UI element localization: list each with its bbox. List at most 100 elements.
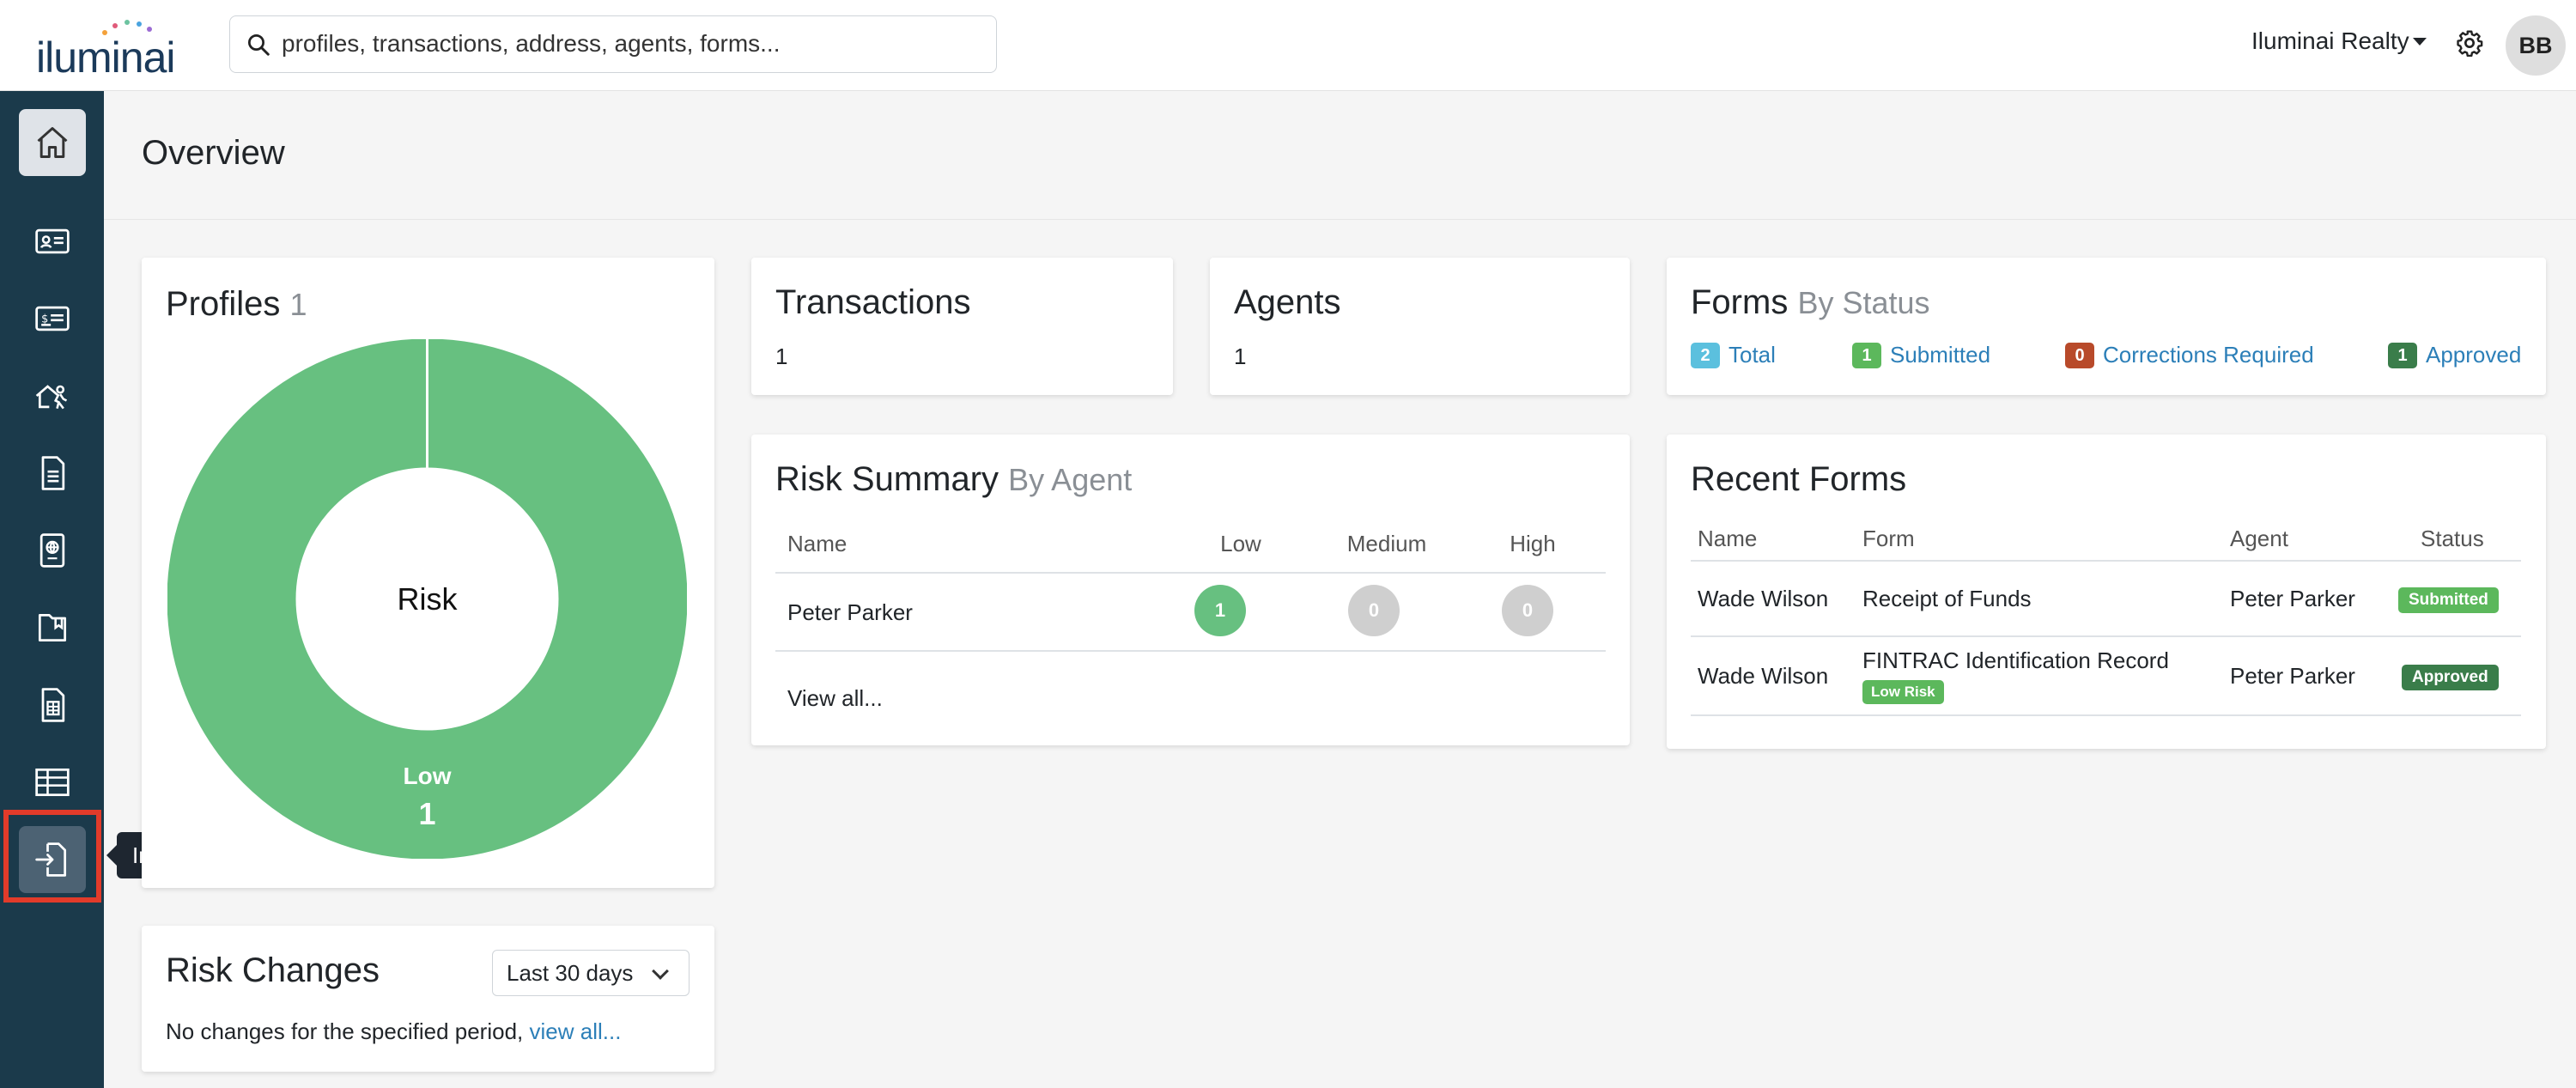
agents-value: 1 xyxy=(1234,343,1247,369)
column-header-high: High xyxy=(1510,531,1556,556)
risk-changes-message: No changes for the specified period, xyxy=(166,1018,524,1044)
sidebar-item-profiles[interactable] xyxy=(19,208,86,275)
payment-card-icon: $ xyxy=(35,306,70,331)
risk-changes-view-all-link[interactable]: view all... xyxy=(530,1018,622,1044)
sidebar: $ xyxy=(0,91,104,1088)
forms-status-approved[interactable]: 1 Approved xyxy=(2388,342,2521,368)
risk-tag-badge: Low Risk xyxy=(1862,680,1944,704)
agent-house-icon xyxy=(35,385,68,410)
org-switcher[interactable]: Iluminai Realty xyxy=(2251,27,2409,55)
status-badge: 0 xyxy=(2065,342,2094,368)
id-card-icon xyxy=(35,228,70,254)
sidebar-item-identification[interactable] xyxy=(19,517,86,584)
table-icon xyxy=(35,768,70,797)
risk-summary-title-text: Risk Summary xyxy=(775,460,999,498)
status-label: Corrections Required xyxy=(2103,342,2314,368)
gear-icon[interactable] xyxy=(2456,29,2483,57)
search-input[interactable] xyxy=(282,25,969,63)
highlight-box xyxy=(3,810,101,903)
transactions-card[interactable]: Transactions 1 xyxy=(751,258,1173,395)
sidebar-item-agents[interactable] xyxy=(19,362,86,429)
form-agent: Peter Parker xyxy=(2230,663,2355,689)
forms-status-subtitle: By Status xyxy=(1797,285,1930,320)
book-icon xyxy=(38,613,67,642)
sidebar-item-home[interactable] xyxy=(19,109,86,176)
form-name[interactable]: Receipt of Funds xyxy=(1862,586,2032,612)
caret-down-icon[interactable] xyxy=(2413,38,2427,46)
risk-medium-count[interactable]: 0 xyxy=(1348,585,1400,636)
chevron-down-icon xyxy=(652,963,669,980)
risk-changes-message-row: No changes for the specified period, vie… xyxy=(166,1018,621,1045)
divider xyxy=(1691,635,2521,637)
page-title: Overview xyxy=(142,134,285,172)
forms-status-card: Forms By Status 2 Total 1 Submitted 0 Co… xyxy=(1667,258,2546,395)
top-bar: iluminai Iluminai Realty BB xyxy=(0,0,2576,91)
form-profile-link[interactable]: Wade Wilson xyxy=(1698,586,1828,612)
status-badge: 2 xyxy=(1691,342,1720,368)
home-icon xyxy=(37,127,68,158)
agent-name-link[interactable]: Peter Parker xyxy=(787,599,913,626)
donut-segment-value: 1 xyxy=(418,796,435,831)
column-header-form: Form xyxy=(1862,526,1915,551)
risk-summary-subtitle: By Agent xyxy=(1008,462,1133,497)
risk-low-count[interactable]: 1 xyxy=(1194,585,1246,636)
divider xyxy=(775,572,1606,574)
sidebar-item-reports[interactable] xyxy=(19,672,86,739)
agents-card[interactable]: Agents 1 xyxy=(1210,258,1630,395)
divider xyxy=(1691,560,2521,562)
status-badge: 1 xyxy=(1852,342,1881,368)
period-select-value: Last 30 days xyxy=(507,960,634,986)
transactions-value: 1 xyxy=(775,343,788,369)
forms-status-total[interactable]: 2 Total xyxy=(1691,342,1776,368)
document-icon xyxy=(41,456,65,490)
form-agent: Peter Parker xyxy=(2230,586,2355,611)
profiles-card: Profiles 1 Risk Low 1 xyxy=(142,258,714,888)
sidebar-item-forms[interactable] xyxy=(19,440,86,507)
risk-summary-title: Risk Summary By Agent xyxy=(775,460,1132,499)
profiles-title-text: Profiles xyxy=(166,285,281,323)
agents-title: Agents xyxy=(1234,283,1341,321)
forms-status-corrections[interactable]: 0 Corrections Required xyxy=(2065,342,2314,368)
risk-high-count[interactable]: 0 xyxy=(1502,585,1553,636)
divider xyxy=(775,650,1606,652)
form-name[interactable]: FINTRAC Identification Record xyxy=(1862,647,2169,674)
donut-segment-label: Low xyxy=(404,763,452,789)
column-header-status: Status xyxy=(2421,526,2484,551)
page-header: Overview xyxy=(104,91,2576,220)
recent-forms-title: Recent Forms xyxy=(1691,460,1907,498)
risk-changes-card: Risk Changes Last 30 days No changes for… xyxy=(142,926,714,1072)
column-header-low: Low xyxy=(1220,531,1261,556)
donut-center-label: Risk xyxy=(398,581,459,617)
risk-changes-title: Risk Changes xyxy=(166,951,380,989)
risk-summary-view-all-link[interactable]: View all... xyxy=(787,685,883,712)
brand-logo[interactable]: iluminai xyxy=(36,19,191,82)
user-avatar[interactable]: BB xyxy=(2506,15,2566,76)
status-label: Approved xyxy=(2426,342,2522,368)
column-header-medium: Medium xyxy=(1346,531,1427,556)
status-label: Submitted xyxy=(1890,342,1991,368)
profiles-risk-donut[interactable]: Risk Low 1 xyxy=(167,339,687,859)
brand-name: iluminai xyxy=(36,33,176,82)
forms-status-submitted[interactable]: 1 Submitted xyxy=(1852,342,1990,368)
form-profile-link[interactable]: Wade Wilson xyxy=(1698,663,1828,690)
sidebar-item-tables[interactable] xyxy=(19,749,86,816)
sidebar-item-transactions[interactable]: $ xyxy=(19,285,86,352)
status-badge: 1 xyxy=(2388,342,2417,368)
search-icon xyxy=(248,34,270,56)
passport-icon xyxy=(39,533,65,568)
status-badge-approved: Approved xyxy=(2402,665,2499,690)
recent-forms-card: Recent Forms Name Form Agent Status Wade… xyxy=(1667,435,2546,749)
column-header-name: Name xyxy=(1698,526,1758,551)
divider xyxy=(1691,714,2521,716)
forms-status-title: Forms By Status xyxy=(1691,283,1930,322)
risk-summary-card: Risk Summary By Agent Name Low Medium Hi… xyxy=(751,435,1630,745)
column-header-name: Name xyxy=(787,531,848,556)
period-select[interactable]: Last 30 days xyxy=(492,950,690,996)
column-header-agent: Agent xyxy=(2230,526,2288,551)
status-label: Total xyxy=(1728,342,1776,368)
profiles-count: 1 xyxy=(289,287,307,322)
forms-status-title-text: Forms xyxy=(1691,283,1789,321)
global-search[interactable] xyxy=(229,15,997,73)
sidebar-item-guides[interactable] xyxy=(19,594,86,661)
spreadsheet-doc-icon xyxy=(41,688,65,722)
